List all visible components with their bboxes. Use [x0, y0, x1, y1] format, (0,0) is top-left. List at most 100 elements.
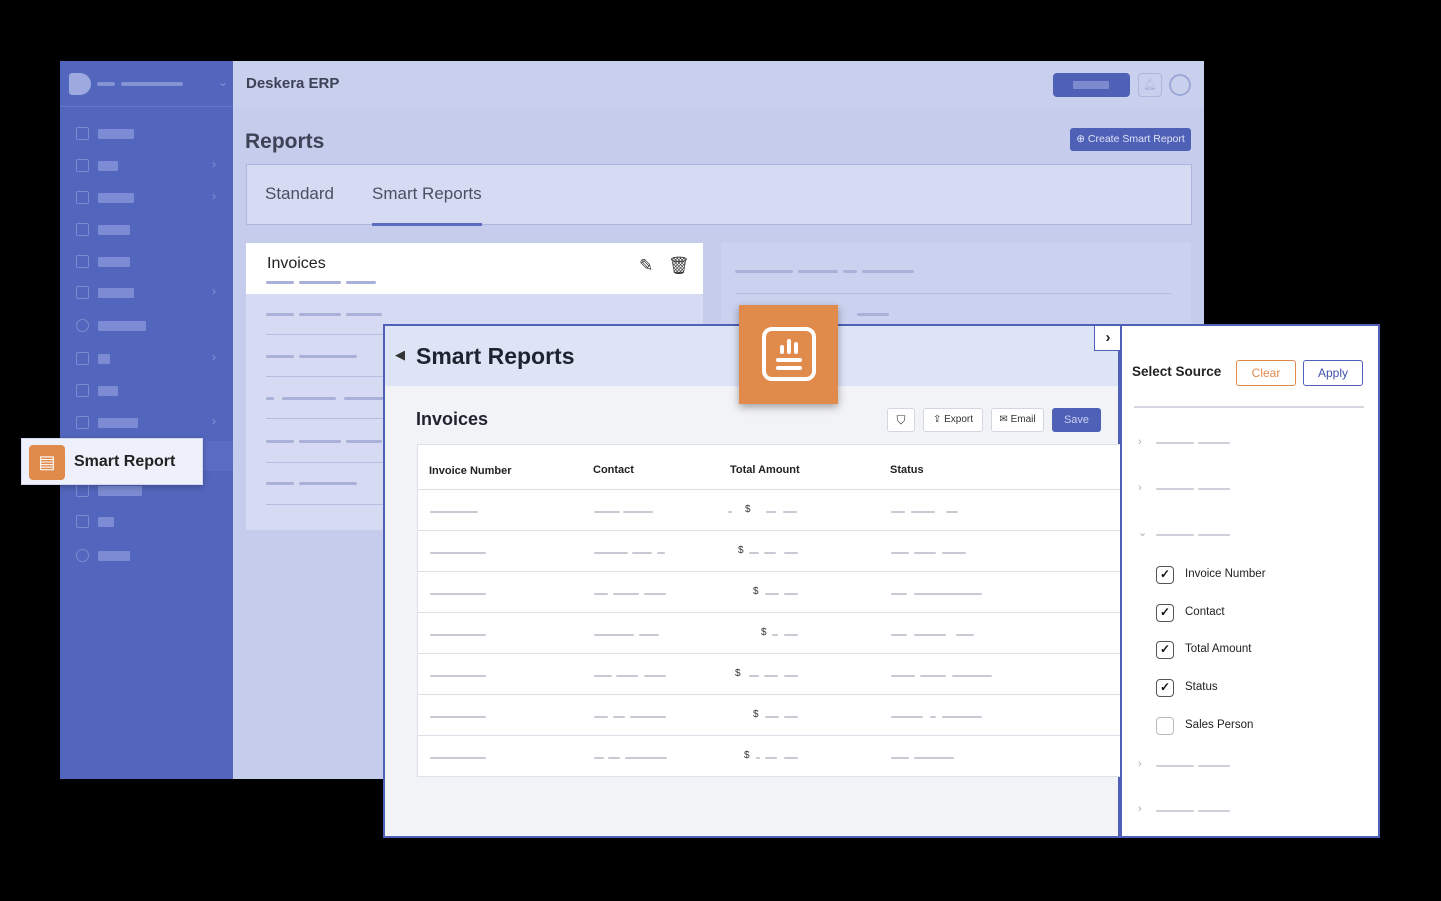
sidebar-item[interactable]: › — [60, 344, 233, 374]
column-header[interactable]: Invoice Number — [429, 465, 512, 477]
table-row[interactable]: $ — [418, 530, 1121, 571]
filter-button[interactable]: ⛉ — [887, 408, 915, 432]
users-icon — [76, 286, 89, 299]
top-bar: Deskera ERP 🔔︎ — [233, 61, 1204, 107]
chevron-right-icon[interactable]: › — [1094, 325, 1121, 351]
chevron-down-icon[interactable]: ⌄ — [1138, 526, 1147, 539]
table-row[interactable]: $ — [418, 571, 1121, 612]
chevron-right-icon[interactable]: › — [1138, 436, 1142, 448]
save-button[interactable]: Save — [1052, 408, 1101, 432]
chart-icon — [76, 159, 89, 172]
sidebar-header: ⌄ — [60, 61, 233, 107]
pencil-icon[interactable]: ✎ — [639, 256, 653, 276]
sidebar-item[interactable]: › — [60, 183, 233, 213]
folder-icon — [76, 515, 89, 528]
chevron-down-icon[interactable]: ⌄ — [218, 75, 228, 89]
field-option-label: Sales Person — [1185, 718, 1254, 731]
currency-symbol: $ — [753, 709, 759, 720]
create-smart-report-button[interactable]: ⊕ Create Smart Report — [1070, 128, 1191, 151]
trash-icon[interactable]: 🗑︎ — [668, 256, 690, 276]
chevron-right-icon: › — [212, 414, 216, 428]
currency-symbol: $ — [761, 627, 767, 638]
dashboard-icon — [76, 127, 89, 140]
smart-report-badge — [739, 305, 838, 404]
export-icon: ⇪ — [932, 414, 942, 425]
sidebar-item[interactable]: › — [60, 151, 233, 181]
chevron-right-icon[interactable]: › — [1138, 803, 1142, 815]
sidebar-item[interactable] — [60, 247, 233, 277]
apply-button[interactable]: Apply — [1303, 360, 1363, 386]
table-icon — [76, 384, 89, 397]
table-row[interactable]: $ — [418, 612, 1121, 653]
sidebar-org-placeholder — [97, 82, 115, 86]
tab-smart-reports[interactable]: Smart Reports — [372, 184, 482, 204]
deskera-logo-icon — [69, 73, 91, 95]
report-icon: ▤ — [29, 445, 65, 480]
gear-icon — [76, 549, 89, 562]
table-row[interactable]: $ — [418, 653, 1121, 694]
cart-icon — [76, 191, 89, 204]
user-icon — [76, 484, 89, 497]
sidebar-item[interactable] — [60, 119, 233, 149]
filter-icon: ⛉ — [896, 413, 906, 427]
checkbox-checked[interactable]: ✓ — [1156, 641, 1174, 660]
top-action-button[interactable] — [1053, 73, 1130, 97]
chevron-right-icon: › — [212, 284, 216, 298]
currency-symbol: $ — [744, 750, 750, 761]
smart-report-label: Smart Report — [74, 453, 176, 470]
clear-button[interactable]: Clear — [1236, 360, 1296, 386]
divider — [1134, 406, 1364, 408]
table-row[interactable]: $ — [418, 735, 1121, 776]
avatar[interactable] — [1169, 74, 1191, 96]
field-option-label: Invoice Number — [1185, 568, 1266, 580]
table-row[interactable]: $ — [418, 489, 1121, 530]
chevron-right-icon[interactable]: › — [1138, 482, 1142, 494]
sidebar-org-placeholder — [121, 82, 183, 86]
column-header[interactable]: Status — [890, 464, 924, 476]
checkbox-unchecked[interactable] — [1156, 716, 1174, 735]
currency-symbol: $ — [738, 545, 744, 556]
tab-standard[interactable]: Standard — [265, 184, 334, 204]
invoice-report-card[interactable]: Invoices ✎ 🗑︎ — [246, 243, 703, 294]
checkbox-checked[interactable]: ✓ — [1156, 679, 1174, 698]
export-button[interactable]: ⇪ Export — [923, 408, 983, 432]
document-icon — [76, 416, 89, 429]
page-title: Reports — [245, 130, 325, 153]
column-header[interactable]: Total Amount — [730, 464, 800, 476]
smart-reports-title: Smart Reports — [416, 343, 575, 369]
copy-icon — [76, 255, 89, 268]
invoices-table: Invoice Number Contact Total Amount Stat… — [417, 444, 1121, 777]
currency-symbol: $ — [735, 668, 741, 679]
sidebar-item[interactable]: › — [60, 408, 233, 438]
field-option-label: Contact — [1185, 605, 1225, 618]
sidebar-item[interactable] — [60, 311, 233, 341]
sidebar-item[interactable] — [60, 215, 233, 245]
report-tabs: Standard Smart Reports — [246, 164, 1192, 226]
checkbox-checked[interactable]: ✓ — [1156, 566, 1174, 584]
sidebar-item[interactable] — [60, 376, 233, 406]
search-icon — [76, 319, 89, 332]
sidebar-item[interactable] — [60, 507, 233, 537]
checkbox-checked[interactable]: ✓ — [1156, 603, 1174, 622]
bell-icon[interactable]: 🔔︎ — [1138, 73, 1162, 97]
chevron-right-icon[interactable]: › — [1138, 758, 1142, 770]
report-subtitle: Invoices — [416, 409, 489, 429]
currency-symbol: $ — [745, 504, 751, 515]
currency-symbol: $ — [753, 586, 759, 597]
chevron-right-icon: › — [212, 157, 216, 171]
smart-report-menu-label[interactable]: ▤ Smart Report — [21, 438, 203, 485]
sidebar: ⌄ › › › › › — [60, 61, 233, 779]
field-option-label: Status — [1185, 681, 1218, 694]
back-arrow-icon[interactable]: ◀ — [395, 347, 405, 363]
email-button[interactable]: ✉ Email — [991, 408, 1044, 432]
report-chart-icon — [762, 327, 816, 381]
invoice-card-title: Invoices — [267, 255, 326, 272]
app-title: Deskera ERP — [246, 75, 340, 92]
column-header[interactable]: Contact — [593, 464, 634, 476]
printer-icon — [76, 352, 89, 365]
sidebar-item[interactable] — [60, 541, 233, 571]
select-source-title: Select Source — [1132, 364, 1222, 379]
book-icon — [76, 223, 89, 236]
table-row[interactable]: $ — [418, 694, 1121, 735]
sidebar-item[interactable]: › — [60, 278, 233, 308]
